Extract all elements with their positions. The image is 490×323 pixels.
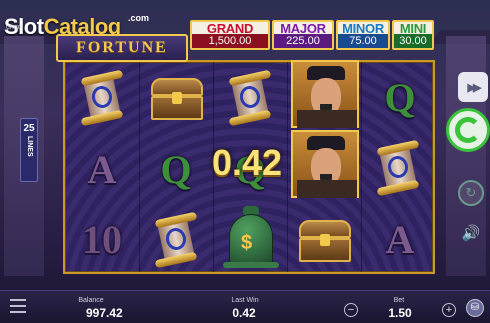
scroll-icon [375, 139, 421, 197]
treasure-chest-symbol [295, 212, 355, 268]
reel-divider [139, 62, 140, 272]
jackpot-minor: MINOR 75.00 [336, 20, 390, 50]
spin-button[interactable] [446, 108, 490, 152]
watermark-tld: .com [128, 13, 150, 23]
coins-icon[interactable]: ⛁ [466, 299, 484, 317]
reel-symbol-letter: A [385, 217, 415, 262]
bet-decrease-button[interactable]: − [344, 303, 358, 317]
balance-label: Balance [78, 297, 104, 304]
treasure-chest-symbol [147, 70, 207, 126]
spin-icon [455, 117, 481, 143]
game-screen: A 10 Q Q $ Q A SlotCatalog .com FORTUNE … [0, 0, 490, 323]
menu-icon[interactable] [10, 299, 26, 313]
bet-value: 1.50 [388, 306, 412, 320]
jackpot-value: 30.00 [394, 34, 432, 48]
reel-symbol-letter: A [87, 147, 117, 192]
jackpot-mini: MINI 30.00 [392, 20, 434, 50]
balance-value: 997.42 [86, 306, 123, 320]
last-win-value: 0.42 [232, 306, 256, 320]
jackpot-grand: GRAND 1,500.00 [190, 20, 270, 50]
autoplay-button[interactable]: ↻ [458, 180, 484, 206]
jackpot-value: 225.00 [274, 34, 332, 48]
reel-symbol-letter: 10 [82, 217, 122, 262]
side-controls: ▶▶ ↻ 🔊 [446, 62, 490, 242]
paylines-label: LINES [26, 136, 33, 157]
game-title: FORTUNE [76, 39, 168, 56]
bet-increase-button[interactable]: + [442, 303, 456, 317]
scroll-symbol [77, 68, 127, 128]
speaker-icon: 🔊 [461, 225, 481, 242]
bottom-bar: Balance 997.42 Last Win 0.42 − Bet 1.50 … [0, 290, 490, 323]
treasure-chest-icon [149, 74, 205, 122]
scroll-symbol [225, 68, 275, 128]
jackpot-value: 75.00 [338, 34, 388, 48]
scroll-symbol [151, 210, 201, 270]
game-logo: FORTUNE [56, 34, 188, 62]
scroll-icon [79, 69, 125, 127]
scroll-icon [153, 211, 199, 269]
provider-label: ongo [6, 24, 22, 31]
paylines-indicator: 25 LINES [20, 118, 38, 182]
scroll-symbol [373, 138, 423, 198]
last-win-label: Last Win [231, 297, 259, 304]
turbo-button[interactable]: ▶▶ [458, 72, 488, 102]
logo-area: SlotCatalog .com FORTUNE [4, 8, 190, 62]
win-amount-overlay: 0.42 [211, 142, 283, 183]
sound-button[interactable]: 🔊 [458, 220, 484, 246]
bell-symbol: $ [221, 206, 281, 274]
jackpot-value: 1,500.00 [192, 34, 268, 48]
emperor-symbol [291, 60, 359, 128]
bet-label: Bet [393, 297, 405, 304]
bell-icon: $ [223, 206, 279, 274]
treasure-chest-icon [297, 216, 353, 264]
fast-forward-icon: ▶▶ [467, 81, 482, 94]
reel-divider [361, 62, 362, 272]
autoplay-icon: ↻ [465, 185, 477, 200]
jackpot-major: MAJOR 225.00 [272, 20, 334, 50]
reel-symbol-letter: Q [384, 75, 416, 120]
paylines-count: 25 [23, 123, 35, 134]
scroll-icon [227, 69, 273, 127]
